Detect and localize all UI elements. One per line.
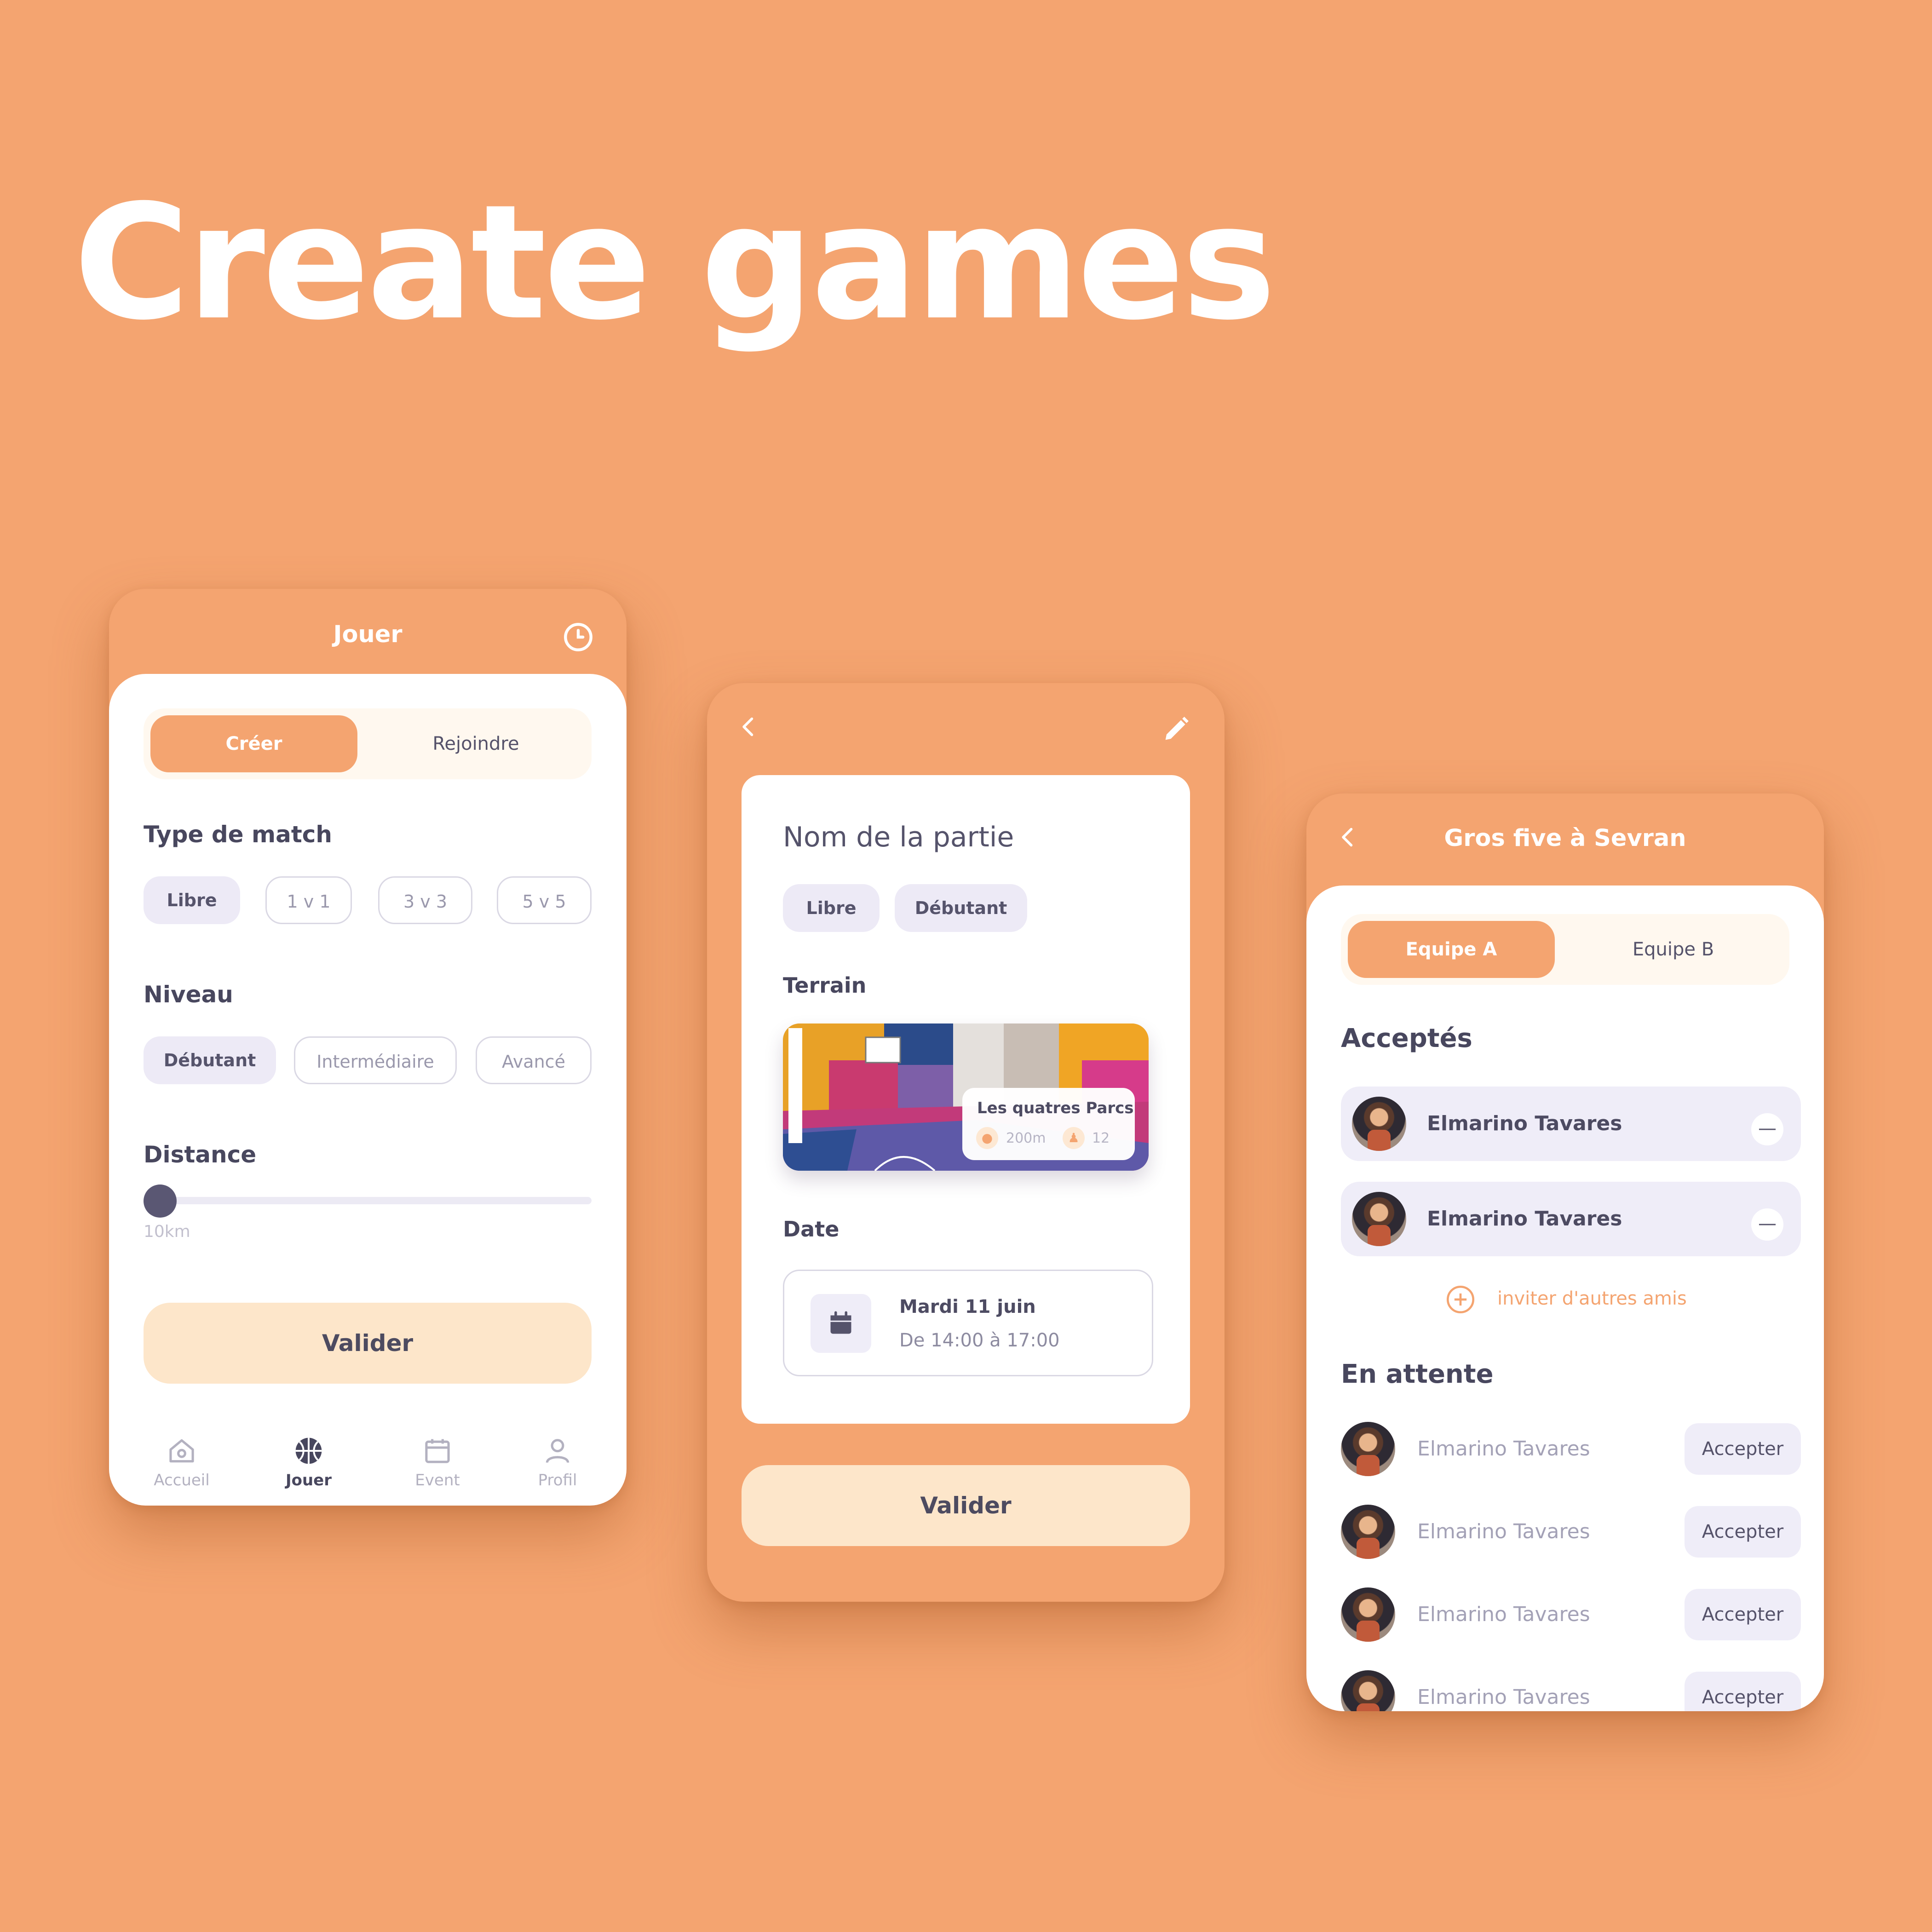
pending-player-row: Elmarino Tavares Accepter — [1341, 1585, 1801, 1644]
screen-title: Jouer — [333, 621, 402, 648]
accept-button[interactable]: Accepter — [1685, 1506, 1801, 1558]
tag-debutant: Débutant — [895, 884, 1027, 932]
create-join-toggle: Créer Rejoindre — [144, 708, 592, 779]
terrain-distance: 200m — [1006, 1130, 1046, 1146]
chip-5v5[interactable]: 5 v 5 — [497, 876, 592, 924]
pending-label: En attente — [1341, 1359, 1494, 1389]
chip-intermediaire[interactable]: Intermédiaire — [294, 1036, 457, 1084]
profile-icon — [546, 1439, 569, 1463]
remove-player-button[interactable]: — — [1751, 1208, 1783, 1241]
avatar — [1341, 1587, 1395, 1642]
player-name: Elmarino Tavares — [1417, 1437, 1590, 1460]
tab-equipe-b[interactable]: Equipe B — [1571, 921, 1776, 978]
game-name-input[interactable]: Nom de la partie — [783, 821, 1014, 853]
tab-creer[interactable]: Créer — [150, 715, 357, 772]
team-toggle: Equipe A Equipe B — [1341, 914, 1789, 985]
player-name: Elmarino Tavares — [1427, 1112, 1622, 1135]
date-day: Mardi 11 juin — [899, 1296, 1036, 1317]
terrain-name: Les quatres Parcs — [977, 1099, 1134, 1117]
accepted-label: Acceptés — [1341, 1024, 1472, 1053]
player-name: Elmarino Tavares — [1417, 1520, 1590, 1543]
location-pin-icon: ● — [976, 1127, 998, 1149]
game-card: Nom de la partie Libre Débutant Terrain — [742, 775, 1190, 1424]
nav-jouer-label: Jouer — [285, 1471, 332, 1489]
terrain-players: 12 — [1092, 1130, 1110, 1146]
avatar — [1352, 1192, 1406, 1246]
accepted-player-row: Elmarino Tavares — — [1341, 1182, 1801, 1256]
history-clock-icon[interactable] — [562, 621, 594, 653]
accept-button[interactable]: Accepter — [1685, 1423, 1801, 1475]
content-panel: Equipe A Equipe B Acceptés Elmarino Tava… — [1306, 886, 1824, 1711]
player-name: Elmarino Tavares — [1417, 1603, 1590, 1626]
match-type-label: Type de match — [144, 821, 332, 848]
plus-circle-icon — [1446, 1285, 1475, 1314]
tab-rejoindre[interactable]: Rejoindre — [374, 715, 578, 772]
content-panel: Créer Rejoindre Type de match Libre 1 v … — [109, 674, 627, 1506]
chip-1v1[interactable]: 1 v 1 — [265, 876, 352, 924]
edit-pencil-icon[interactable] — [1160, 713, 1192, 745]
nav-jouer[interactable]: Jouer — [263, 1435, 355, 1489]
terrain-card[interactable]: Les quatres Parcs ● 200m ♟ 12 — [783, 1024, 1149, 1171]
chip-debutant[interactable]: Débutant — [144, 1036, 276, 1084]
terrain-label: Terrain — [783, 973, 867, 998]
valider-button[interactable]: Valider — [144, 1303, 592, 1384]
headline: Create games — [74, 171, 1276, 355]
calendar-icon — [425, 1439, 450, 1463]
remove-player-button[interactable]: — — [1751, 1113, 1783, 1145]
accepted-player-row: Elmarino Tavares — — [1341, 1087, 1801, 1161]
invite-friends-label: inviter d'autres amis — [1497, 1288, 1687, 1309]
nav-accueil[interactable]: Accueil — [136, 1435, 228, 1489]
screen-create-game: Nom de la partie Libre Débutant Terrain — [707, 683, 1225, 1602]
chip-avance[interactable]: Avancé — [476, 1036, 592, 1084]
avatar — [1341, 1422, 1395, 1476]
basketball-icon — [295, 1438, 322, 1464]
tab-equipe-a[interactable]: Equipe A — [1348, 921, 1555, 978]
date-icon-box — [811, 1294, 871, 1353]
accept-button[interactable]: Accepter — [1685, 1589, 1801, 1640]
calendar-icon — [830, 1311, 851, 1334]
accept-button[interactable]: Accepter — [1685, 1672, 1801, 1711]
nav-accueil-label: Accueil — [154, 1471, 210, 1489]
distance-label: Distance — [144, 1141, 257, 1168]
game-title: Gros five à Sevran — [1444, 825, 1686, 852]
nav-profil[interactable]: Profil — [512, 1435, 604, 1489]
terrain-info-card: Les quatres Parcs ● 200m ♟ 12 — [962, 1088, 1135, 1160]
distance-slider-thumb[interactable] — [144, 1184, 177, 1218]
chip-3v3[interactable]: 3 v 3 — [378, 876, 472, 924]
distance-slider-track[interactable] — [144, 1197, 592, 1204]
avatar — [1352, 1097, 1406, 1151]
distance-value: 10km — [144, 1222, 190, 1241]
screen-jouer: Jouer Créer Rejoindre Type de match Libr… — [109, 589, 627, 1506]
screen-team: Gros five à Sevran Equipe A Equipe B Acc… — [1306, 794, 1824, 1711]
nav-event[interactable]: Event — [391, 1435, 483, 1489]
nav-event-label: Event — [415, 1471, 460, 1489]
chip-libre[interactable]: Libre — [144, 876, 240, 924]
home-icon — [169, 1439, 194, 1463]
tag-libre: Libre — [783, 884, 880, 932]
valider-button[interactable]: Valider — [742, 1465, 1190, 1546]
date-label: Date — [783, 1217, 840, 1242]
player-name: Elmarino Tavares — [1417, 1685, 1590, 1709]
pending-player-row: Elmarino Tavares Accepter — [1341, 1502, 1801, 1562]
nav-profil-label: Profil — [538, 1471, 577, 1489]
pending-player-row: Elmarino Tavares Accepter — [1341, 1419, 1801, 1479]
date-time: De 14:00 à 17:00 — [899, 1330, 1060, 1351]
avatar — [1341, 1670, 1395, 1711]
avatar — [1341, 1505, 1395, 1559]
back-chevron-icon[interactable] — [735, 713, 762, 741]
level-label: Niveau — [144, 981, 233, 1008]
players-icon: ♟ — [1063, 1127, 1085, 1149]
date-picker[interactable]: Mardi 11 juin De 14:00 à 17:00 — [783, 1270, 1153, 1376]
player-name: Elmarino Tavares — [1427, 1207, 1622, 1230]
pending-player-row: Elmarino Tavares Accepter — [1341, 1668, 1801, 1711]
